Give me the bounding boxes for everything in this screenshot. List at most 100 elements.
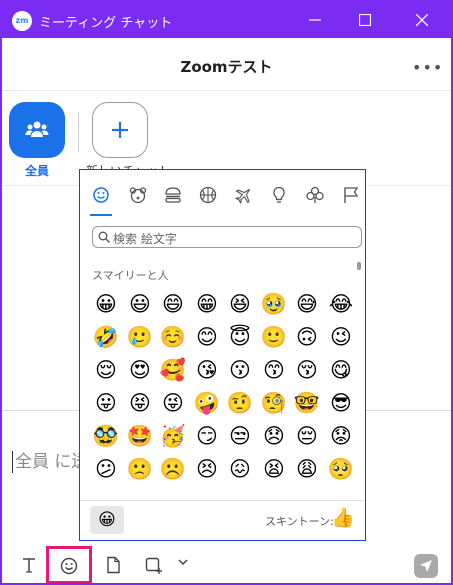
emoji-button[interactable] — [46, 546, 92, 583]
recent-emoji-button[interactable]: 😀 — [90, 506, 124, 534]
lightbulb-icon — [273, 186, 285, 203]
emoji-item[interactable]: 🙁 — [124, 453, 156, 485]
emoji-item[interactable]: 😜 — [157, 387, 189, 419]
basketball-icon — [199, 186, 217, 204]
file-icon — [107, 556, 120, 574]
minimize-button[interactable] — [292, 2, 338, 38]
burger-icon — [165, 187, 181, 203]
emoji-item[interactable]: 😙 — [258, 354, 290, 386]
emoji-item[interactable]: 😕 — [90, 453, 122, 485]
emoji-scrollbar[interactable] — [357, 262, 361, 502]
emoji-item[interactable]: 🤨 — [224, 387, 256, 419]
emoji-item[interactable]: 😗 — [224, 354, 256, 386]
chevron-down-icon — [178, 559, 188, 566]
airplane-icon — [235, 188, 251, 204]
emoji-item[interactable]: 🥺 — [325, 453, 352, 485]
category-objects-tab[interactable] — [270, 186, 292, 208]
close-button[interactable] — [399, 2, 445, 38]
emoji-item[interactable]: 😃 — [124, 288, 156, 320]
emoji-item[interactable]: 😝 — [124, 387, 156, 419]
plus-icon — [112, 122, 128, 138]
emoji-item[interactable]: 🙂 — [258, 321, 290, 353]
chat-title: Zoomテスト — [180, 58, 273, 76]
category-food-tab[interactable] — [164, 186, 186, 208]
emoji-scroll-thumb[interactable] — [357, 262, 361, 270]
emoji-item[interactable]: 😄 — [157, 288, 189, 320]
send-button[interactable] — [414, 554, 438, 578]
emoji-item[interactable]: 🥰 — [157, 354, 189, 386]
screenshot-icon — [145, 557, 162, 574]
emoji-item[interactable]: 🤓 — [291, 387, 323, 419]
file-button[interactable] — [98, 550, 128, 580]
group-icon — [25, 121, 49, 137]
club-icon — [306, 186, 324, 203]
category-smileys-tab[interactable] — [90, 186, 114, 216]
emoji-item[interactable]: 🧐 — [258, 387, 290, 419]
emoji-category-tabs — [80, 178, 364, 216]
category-flags-tab[interactable] — [342, 186, 364, 208]
emoji-search-input[interactable]: 検索 絵文字 — [92, 226, 362, 248]
emoji-item[interactable]: 🙃 — [291, 321, 323, 353]
emoji-item[interactable]: 😛 — [90, 387, 122, 419]
more-tools-button[interactable] — [171, 550, 201, 580]
minimize-icon — [309, 19, 321, 21]
more-options-button[interactable]: ••• — [412, 58, 443, 77]
emoji-item[interactable]: 😣 — [191, 453, 223, 485]
category-symbols-tab[interactable] — [306, 186, 328, 208]
maximize-icon — [359, 14, 371, 26]
emoji-item[interactable]: 😆 — [224, 288, 256, 320]
emoji-item[interactable]: ☺️ — [157, 321, 189, 353]
text-format-icon — [23, 558, 35, 573]
skin-tone-button[interactable]: 👍 — [331, 506, 355, 529]
skin-tone-label: スキントーン: — [265, 515, 334, 528]
emoji-item[interactable]: 😋 — [325, 354, 352, 386]
emoji-item[interactable]: 😌 — [90, 354, 122, 386]
category-travel-tab[interactable] — [235, 186, 257, 208]
emoji-item[interactable]: 🤣 — [90, 321, 122, 353]
emoji-grid: 😀 😃 😄 😁 😆 🥹 😅 😂 🤣 🥲 ☺️ 😊 😇 🙂 🙃 😉 😌 😍 🥰 😘 😗 😙 😚 😋 😛 😝 😜 🤪 🤨 🧐 🤓 😎 🥸 🤩 🥳 😏 😒 😞 😔… — [90, 288, 352, 500]
search-icon — [98, 231, 110, 243]
flag-icon — [344, 187, 359, 203]
emoji-item[interactable]: 😍 — [124, 354, 156, 386]
category-animals-tab[interactable] — [129, 186, 151, 208]
emoji-item[interactable]: 😫 — [258, 453, 290, 485]
emoji-search-placeholder: 検索 絵文字 — [113, 232, 177, 246]
screenshot-button[interactable] — [139, 550, 169, 580]
emoji-item[interactable]: 😞 — [258, 420, 290, 452]
emoji-item[interactable]: 😀 — [90, 288, 122, 320]
text-format-button[interactable] — [14, 550, 44, 580]
title-bar: zm ミーティング チャット — [2, 2, 451, 38]
recipient-divider — [78, 112, 79, 152]
emoji-item[interactable]: 😔 — [291, 420, 323, 452]
zoom-logo: zm — [12, 11, 32, 31]
emoji-item[interactable]: 🥳 — [157, 420, 189, 452]
emoji-item[interactable]: 😅 — [291, 288, 323, 320]
emoji-item[interactable]: 🥹 — [258, 288, 290, 320]
emoji-icon — [60, 557, 78, 575]
emoji-item[interactable]: 😘 — [191, 354, 223, 386]
category-activities-tab[interactable] — [199, 186, 221, 208]
recipient-everyone-label: 全員 — [24, 164, 49, 178]
emoji-item[interactable]: 😖 — [224, 453, 256, 485]
emoji-item[interactable]: 😊 — [191, 321, 223, 353]
emoji-item[interactable]: 🤩 — [124, 420, 156, 452]
emoji-item[interactable]: 🤪 — [191, 387, 223, 419]
emoji-item[interactable]: 😂 — [325, 288, 352, 320]
emoji-item[interactable]: 😉 — [325, 321, 352, 353]
emoji-item[interactable]: 😚 — [291, 354, 323, 386]
recipient-everyone-button[interactable] — [9, 102, 65, 158]
emoji-item[interactable]: 😇 — [224, 321, 256, 353]
emoji-item[interactable]: ☹️ — [157, 453, 189, 485]
emoji-item[interactable]: 😏 — [191, 420, 223, 452]
close-icon — [416, 14, 428, 26]
emoji-item[interactable]: 😒 — [224, 420, 256, 452]
emoji-item[interactable]: 😎 — [325, 387, 352, 419]
new-chat-button[interactable] — [92, 102, 148, 158]
emoji-item[interactable]: 🥲 — [124, 321, 156, 353]
maximize-button[interactable] — [342, 2, 388, 38]
emoji-item[interactable]: 😁 — [191, 288, 223, 320]
emoji-item[interactable]: 😩 — [291, 453, 323, 485]
emoji-item[interactable]: 😟 — [325, 420, 352, 452]
emoji-item[interactable]: 🥸 — [90, 420, 122, 452]
picker-footer-divider — [80, 500, 364, 501]
